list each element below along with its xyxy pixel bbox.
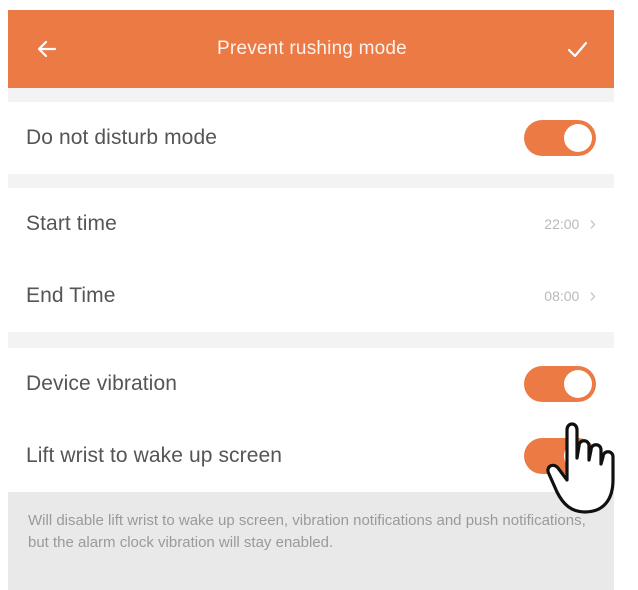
start-time-label: Start time — [26, 212, 117, 235]
lift-wrist-row: Lift wrist to wake up screen — [8, 420, 614, 492]
do-not-disturb-toggle[interactable] — [524, 120, 596, 156]
device-vibration-toggle[interactable] — [524, 366, 596, 402]
do-not-disturb-row: Do not disturb mode — [8, 102, 614, 174]
page-title: Prevent rushing mode — [217, 38, 407, 59]
arrow-left-icon[interactable] — [32, 34, 62, 64]
toggle-knob — [564, 370, 592, 398]
end-time-value: 08:00 — [544, 288, 580, 304]
hand-pointer-icon — [546, 422, 615, 514]
device-vibration-label: Device vibration — [26, 372, 177, 395]
checkmark-icon[interactable] — [562, 34, 592, 64]
do-not-disturb-label: Do not disturb mode — [26, 126, 218, 149]
start-time-row[interactable]: Start time 22:00 › — [8, 188, 614, 260]
device-vibration-row: Device vibration — [8, 348, 614, 420]
end-time-value-group: 08:00 › — [544, 286, 596, 306]
footnote-text: Will disable lift wrist to wake up scree… — [8, 492, 614, 590]
start-time-value-group: 22:00 › — [544, 214, 596, 234]
toggle-knob — [564, 124, 592, 152]
start-time-value: 22:00 — [544, 216, 580, 232]
lift-wrist-label: Lift wrist to wake up screen — [26, 444, 283, 467]
end-time-row[interactable]: End Time 08:00 › — [8, 260, 614, 332]
chevron-right-icon: › — [589, 285, 596, 307]
app-header: Prevent rushing mode — [8, 10, 614, 88]
phone-screen: Prevent rushing mode Do not disturb mode… — [8, 10, 614, 590]
end-time-label: End Time — [26, 284, 116, 307]
chevron-right-icon: › — [589, 213, 596, 235]
